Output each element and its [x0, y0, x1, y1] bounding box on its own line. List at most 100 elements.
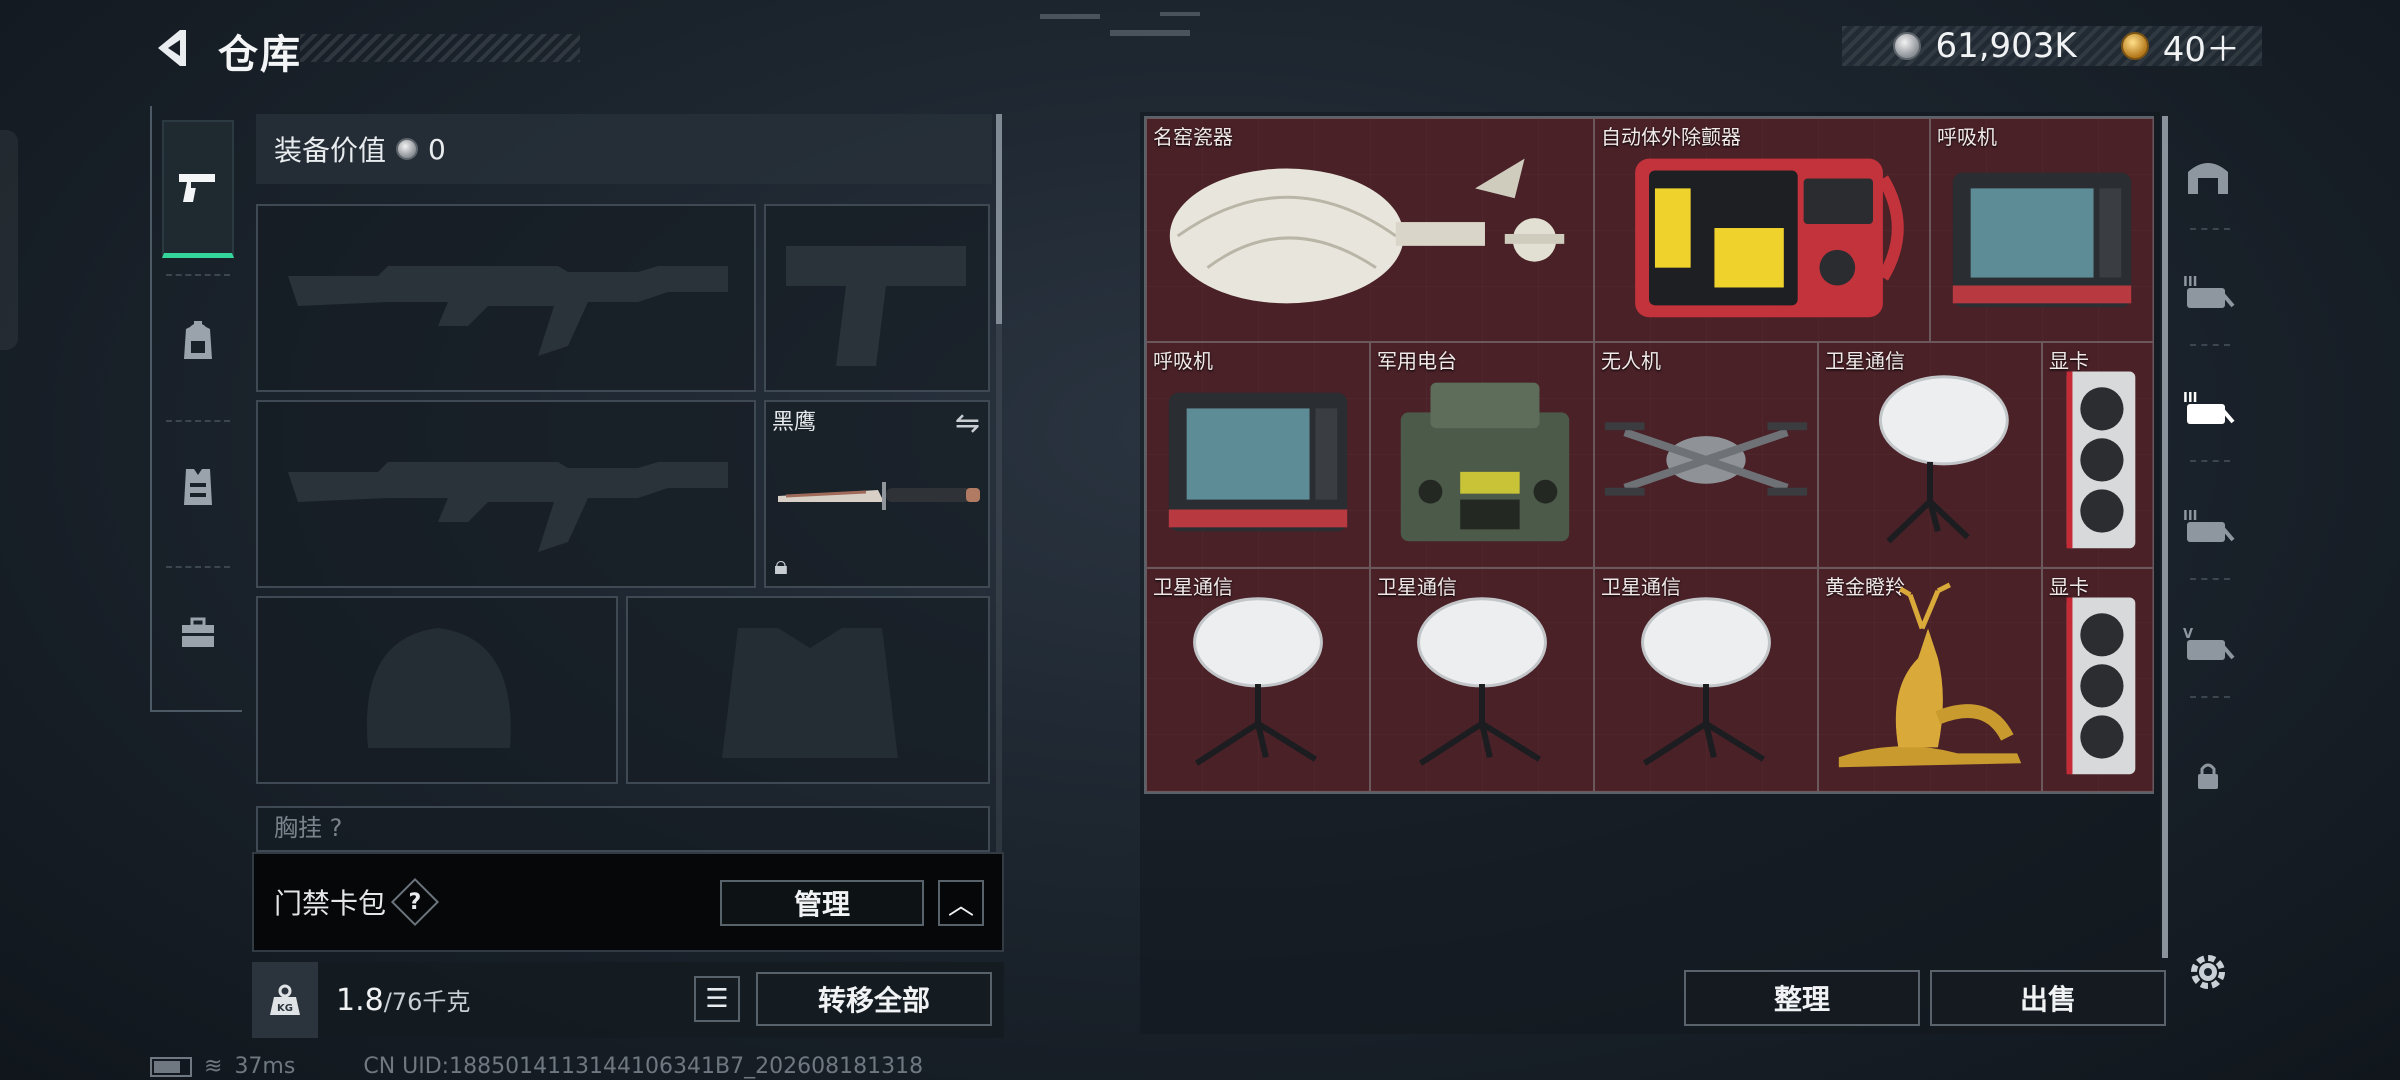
screen-edge-decoration — [0, 130, 18, 350]
back-button[interactable] — [150, 24, 198, 72]
ventilator-icon — [1952, 172, 2132, 308]
stash-item-aed[interactable]: 自动体外除颤器 — [1594, 118, 1930, 342]
lock-icon: 🔒︎ — [774, 551, 788, 581]
svg-text:KG: KG — [277, 1003, 293, 1014]
page-title: 仓库 — [218, 32, 302, 78]
list-icon[interactable]: ☰ — [694, 976, 740, 1022]
stash-item-golden-gazelle[interactable]: 黄金瞪羚 — [1818, 568, 2042, 792]
keycard-label: 门禁卡包 — [274, 887, 387, 920]
chest-rig-slot[interactable]: 胸挂 ? — [256, 806, 990, 852]
svg-text:V: V — [2183, 627, 2193, 642]
equipment-value-amount: 0 — [428, 132, 446, 166]
tab-stash-page-iii-a[interactable]: III — [2178, 252, 2238, 332]
tab-stash-page-iii-current[interactable]: III — [2178, 368, 2238, 448]
title-decoration — [300, 34, 580, 62]
stash-item-satellite-dish[interactable]: 卫星通信 — [1146, 568, 1370, 792]
graphics-card-icon — [2066, 371, 2136, 549]
helmet-silhouette-icon — [366, 628, 511, 748]
battery-icon — [150, 1056, 192, 1077]
stash-item-gpu[interactable]: 显卡 — [2042, 342, 2154, 568]
stash-scrollbar[interactable] — [2162, 116, 2168, 958]
tab-toolbox[interactable] — [162, 564, 234, 702]
svg-text:III: III — [2183, 509, 2198, 524]
stash-item-satellite-dish[interactable]: 卫星通信 — [1370, 568, 1594, 792]
tab-backpack[interactable] — [162, 272, 234, 410]
stash-item-satellite-dish[interactable]: 卫星通信 — [1594, 568, 1818, 792]
help-icon[interactable]: ? — [390, 877, 440, 927]
tab-weapons[interactable] — [162, 120, 234, 258]
secondary-weapon-slot[interactable] — [256, 400, 756, 588]
status-line: ≋ 37ms CN UID:1885014113144106341B7_2026… — [150, 1054, 923, 1079]
military-radio-icon — [1400, 382, 1570, 542]
satellite-dish-icon — [1417, 597, 1547, 766]
gold-coin-icon — [2120, 32, 2149, 60]
rifle-silhouette-icon — [288, 266, 728, 356]
equipment-value-label: 装备价值 — [274, 134, 387, 167]
manage-button[interactable]: 管理 — [720, 880, 924, 926]
porcelain-vase-icon — [1169, 158, 1565, 304]
helmet-slot[interactable] — [256, 596, 618, 784]
chest-rig-label: 胸挂 — [274, 814, 322, 842]
weight-bar: KG 1.8/76千克 ☰ 转移全部 — [252, 962, 1004, 1038]
tab-locked-page[interactable] — [2178, 736, 2238, 816]
weight-icon: KG — [252, 962, 318, 1038]
ping-readout: 37ms — [234, 1054, 296, 1079]
vest-icon — [184, 469, 212, 505]
satellite-dish-icon — [1193, 597, 1323, 766]
melee-item-name: 黑鹰 — [772, 410, 817, 435]
uid-readout: CN UID:1885014113144106341B7_20260818131… — [363, 1054, 924, 1079]
stash-item-radio[interactable]: 军用电台 — [1370, 342, 1594, 568]
gold-currency-amount[interactable]: 40＋ — [2163, 22, 2240, 71]
silver-currency-amount: 61,903K — [1935, 26, 2077, 66]
stash-item-gpu[interactable]: 显卡 — [2042, 568, 2154, 792]
rifle-silhouette-icon — [288, 462, 728, 552]
tidy-button[interactable]: 整理 — [1684, 970, 1920, 1026]
equipment-scroll-thumb[interactable] — [996, 114, 1002, 324]
stash-item-vase[interactable]: 名窑瓷器 — [1146, 118, 1594, 342]
wifi-icon: ≋ — [204, 1054, 223, 1079]
primary-weapon-slot[interactable] — [256, 204, 756, 392]
pistol-silhouette-icon — [786, 246, 966, 366]
chevron-up-icon[interactable]: ︿ — [938, 880, 984, 926]
sidearm-slot[interactable] — [764, 204, 990, 392]
stash-item-drone[interactable]: 无人机 — [1594, 342, 1818, 568]
tab-stash-page-iii-b[interactable]: III — [2178, 486, 2238, 566]
tab-stash-home[interactable] — [2178, 136, 2238, 216]
backpack-icon — [184, 321, 212, 359]
swap-icon[interactable]: ⇋ — [955, 406, 980, 441]
tab-stash-page-v[interactable]: V — [2178, 604, 2238, 684]
stash-page-icon: III — [2183, 275, 2235, 308]
golden-gazelle-icon — [1838, 582, 2022, 768]
svg-text:III: III — [2183, 391, 2198, 406]
armor-silhouette-icon — [722, 628, 898, 758]
weight-readout: 1.8/76千克 — [336, 983, 471, 1018]
tab-vest[interactable] — [162, 418, 234, 556]
background-light-streaks — [1040, 12, 1200, 36]
silver-coin-icon — [396, 138, 419, 160]
armor-slot[interactable] — [626, 596, 990, 784]
warehouse-icon — [2188, 163, 2228, 194]
stash-item-ventilator[interactable]: 呼吸机 — [1930, 118, 2154, 342]
stash-page-icon: III — [2183, 391, 2235, 424]
stash-item-satellite-dish[interactable]: 卫星通信 — [1818, 342, 2042, 568]
chest-rig-help: ? — [329, 814, 343, 842]
stash-item-ventilator[interactable]: 呼吸机 — [1146, 342, 1370, 568]
category-rail — [150, 106, 242, 712]
stash-page-icon: III — [2183, 509, 2235, 542]
toolbox-icon — [182, 617, 214, 647]
svg-text:III: III — [2183, 275, 2198, 290]
melee-slot[interactable]: 黑鹰 ⇋ 🔒︎ — [764, 400, 990, 588]
sell-button[interactable]: 出售 — [1930, 970, 2166, 1026]
defibrillator-icon — [1635, 158, 1904, 318]
satellite-dish-icon — [1641, 597, 1771, 766]
satellite-dish-icon — [1878, 375, 2009, 544]
lock-icon — [2198, 763, 2218, 789]
silver-coin-icon — [1893, 32, 1922, 60]
transfer-all-button[interactable]: 转移全部 — [756, 972, 992, 1026]
pistol-icon — [179, 173, 215, 202]
keycard-bar: 门禁卡包 ? 管理 ︿ — [252, 852, 1004, 952]
gear-icon[interactable] — [2186, 950, 2230, 994]
stash-page-icon: V — [2183, 627, 2235, 660]
graphics-card-icon — [2066, 597, 2136, 775]
ventilator-icon — [1168, 392, 1348, 532]
